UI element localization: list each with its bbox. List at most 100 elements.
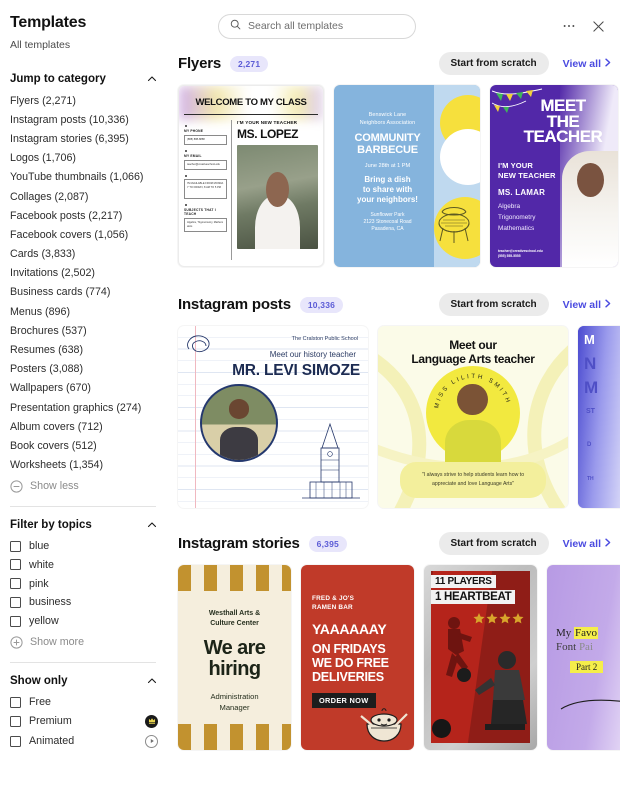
flyer3-title: MEET THE TEACHER xyxy=(523,96,603,147)
show-only-premium[interactable]: Premium xyxy=(10,711,158,731)
sidebar-item-worksheets[interactable]: Worksheets (1,354) xyxy=(10,456,158,475)
template-card-11-players[interactable]: 11 PLAYERS 1 HEARTBEAT xyxy=(424,565,537,750)
show-less-button[interactable]: Show less xyxy=(10,475,158,493)
sidebar-item-instagram-posts[interactable]: Instagram posts (10,336) xyxy=(10,110,158,129)
sidebar-item-wallpapers[interactable]: Wallpapers (670) xyxy=(10,379,158,398)
section-title: Instagram posts xyxy=(178,296,291,313)
flyer3-name: MS. LAMAR xyxy=(498,188,546,198)
show-only-animated[interactable]: Animated xyxy=(10,731,158,751)
checkbox-icon[interactable] xyxy=(10,578,21,590)
sidebar-item-logos[interactable]: Logos (1,706) xyxy=(10,149,158,168)
sidebar-item-album-covers[interactable]: Album covers (712) xyxy=(10,417,158,436)
story4-part: Part 2 xyxy=(570,661,604,673)
checkbox-icon[interactable] xyxy=(10,540,21,552)
flyer2-date: June 28th at 1 PM xyxy=(364,162,411,169)
topic-label: blue xyxy=(29,540,50,553)
flyer3-contact: teacher@creativeschool.edu (555) 555-555… xyxy=(498,248,543,259)
checkbox-icon[interactable] xyxy=(10,615,21,627)
close-icon[interactable] xyxy=(590,18,606,34)
ig1-photo xyxy=(200,384,278,462)
ig1-school: The Cralston Public School xyxy=(291,336,358,342)
template-card-we-are-hiring[interactable]: Westhall Arts & Culture Center We are hi… xyxy=(178,565,291,750)
story4-line1a: My xyxy=(556,627,575,639)
filter-by-topics-header[interactable]: Filter by topics xyxy=(10,519,158,531)
show-only-free[interactable]: Free xyxy=(10,693,158,712)
sidebar-item-instagram-stories[interactable]: Instagram stories (6,395) xyxy=(10,129,158,148)
flyer2-title: COMMUNITY BARBECUE xyxy=(354,131,421,156)
checkbox-icon[interactable] xyxy=(10,735,21,747)
view-all-label: View all xyxy=(562,57,601,70)
sidebar-item-flyers[interactable]: Flyers (2,271) xyxy=(10,91,158,110)
flyer1-subjects-value: Algebra, Trigonometry, Mathematics xyxy=(184,217,227,232)
svg-text:MISS LILITH SMITH: MISS LILITH SMITH xyxy=(433,373,512,409)
story2-brand: FRED & JO'S RAMEN BAR xyxy=(312,595,355,611)
start-from-scratch-button[interactable]: Start from scratch xyxy=(438,52,549,75)
show-more-button[interactable]: Show more xyxy=(10,631,158,649)
sidebar-item-resumes[interactable]: Resumes (638) xyxy=(10,340,158,359)
sidebar-item-brochures[interactable]: Brochures (537) xyxy=(10,321,158,340)
template-card-welcome-to-my-class[interactable]: WELCOME TO MY CLASS MY PHONE (888) 888-8… xyxy=(178,85,324,267)
template-card-font-pairings[interactable]: My Favo Font Pai Part 2 xyxy=(547,565,620,750)
sidebar-item-presentation-graphics[interactable]: Presentation graphics (274) xyxy=(10,398,158,417)
decorative-swash xyxy=(559,697,620,714)
template-card-levi-simoze[interactable]: The Cralston Public School Meet our hist… xyxy=(178,326,368,508)
view-all-label: View all xyxy=(562,298,601,311)
main-content: Search all templates Flyers 2,271 Start … xyxy=(170,0,620,799)
play-icon xyxy=(145,734,158,748)
sidebar-item-facebook-covers[interactable]: Facebook covers (1,056) xyxy=(10,225,158,244)
sidebar-item-facebook-posts[interactable]: Facebook posts (2,217) xyxy=(10,206,158,225)
checkbox-icon[interactable] xyxy=(10,696,21,708)
template-card-meet-the-teacher[interactable]: MEET THE TEACHER I'M YOUR NEW TEACHER MS… xyxy=(490,85,618,267)
start-from-scratch-button[interactable]: Start from scratch xyxy=(438,532,549,555)
template-card-cut-off[interactable]: M N M ST D TH xyxy=(578,326,620,508)
checkbox-icon[interactable] xyxy=(10,559,21,571)
flyer1-email-value: teacher@creativeschool.edu xyxy=(184,159,227,170)
sidebar-item-menus[interactable]: Menus (896) xyxy=(10,302,158,321)
sidebar-item-cards[interactable]: Cards (3,833) xyxy=(10,245,158,264)
show-less-label: Show less xyxy=(30,480,79,493)
sidebar-item-collages[interactable]: Collages (2,087) xyxy=(10,187,158,206)
sidebar-item-book-covers[interactable]: Book covers (512) xyxy=(10,436,158,455)
story1-headline: We are hiring xyxy=(203,637,266,681)
view-all-button[interactable]: View all xyxy=(563,538,612,550)
flyer2-address: Sunflower Park 2123 Stonecoal Road Pasad… xyxy=(363,211,412,233)
chevron-up-icon[interactable] xyxy=(146,73,158,85)
topic-checkbox-yellow[interactable]: yellow xyxy=(10,612,158,631)
jump-to-category-header[interactable]: Jump to category xyxy=(10,73,158,85)
breadcrumb: All templates xyxy=(10,39,71,51)
sidebar: Templates All templates Jump to category… xyxy=(0,0,170,799)
instagram-stories-row: Westhall Arts & Culture Center We are hi… xyxy=(178,565,620,750)
sidebar-item-invitations[interactable]: Invitations (2,502) xyxy=(10,264,158,283)
flyer1-subjects-label: SUBJECTS THAT I TEACH xyxy=(184,207,216,216)
template-card-ramen-bar[interactable]: FRED & JO'S RAMEN BAR YAAAAAAY ON FRIDAY… xyxy=(301,565,414,750)
start-from-scratch-button[interactable]: Start from scratch xyxy=(438,293,549,316)
jump-to-category-section: Jump to category Flyers (2,271) Instagra… xyxy=(10,73,158,493)
flyer3-intro: I'M YOUR NEW TEACHER xyxy=(498,160,556,181)
search-input[interactable]: Search all templates xyxy=(218,13,416,39)
sidebar-item-posters[interactable]: Posters (3,088) xyxy=(10,360,158,379)
topic-checkbox-pink[interactable]: pink xyxy=(10,574,158,593)
checkbox-icon[interactable] xyxy=(10,715,21,727)
more-horizontal-icon[interactable] xyxy=(561,18,577,34)
template-card-language-arts-teacher[interactable]: Meet our Language Arts teacher MISS LILI… xyxy=(378,326,568,508)
section-count-badge: 6,395 xyxy=(308,535,347,552)
checkbox-icon[interactable] xyxy=(10,596,21,608)
flyers-row: WELCOME TO MY CLASS MY PHONE (888) 888-8… xyxy=(178,85,620,267)
section-instagram-posts: Instagram posts 10,336 Start from scratc… xyxy=(170,293,620,508)
sidebar-item-youtube-thumbnails[interactable]: YouTube thumbnails (1,066) xyxy=(10,168,158,187)
search-icon xyxy=(230,19,241,33)
topic-checkbox-blue[interactable]: blue xyxy=(10,537,158,556)
view-all-button[interactable]: View all xyxy=(563,299,612,311)
flyer1-intro: I'M YOUR NEW TEACHER xyxy=(237,120,298,125)
show-only-label: Show only xyxy=(10,674,68,687)
template-card-community-barbecue[interactable]: Benswick Lane Neighbors Association COMM… xyxy=(334,85,480,267)
sidebar-item-business-cards[interactable]: Business cards (774) xyxy=(10,283,158,302)
flyer1-header: WELCOME TO MY CLASS xyxy=(184,86,318,115)
chevron-up-icon[interactable] xyxy=(146,519,158,531)
chevron-up-icon[interactable] xyxy=(146,675,158,687)
view-all-button[interactable]: View all xyxy=(563,58,612,70)
topic-checkbox-business[interactable]: business xyxy=(10,593,158,612)
ig1-meet: Meet our history teacher xyxy=(269,350,356,359)
topic-checkbox-white[interactable]: white xyxy=(10,556,158,575)
show-only-header[interactable]: Show only xyxy=(10,675,158,687)
